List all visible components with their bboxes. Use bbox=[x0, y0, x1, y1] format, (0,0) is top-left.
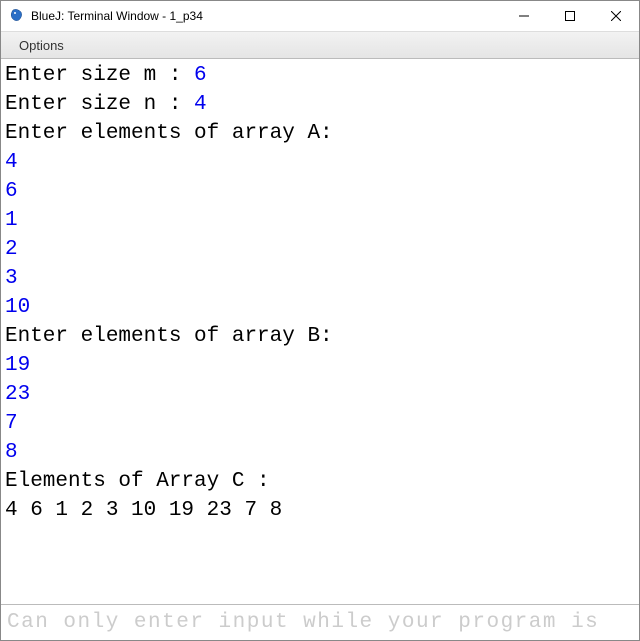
terminal-line: 4 bbox=[5, 148, 635, 177]
maximize-button[interactable] bbox=[547, 1, 593, 31]
program-output: Elements of Array C : bbox=[5, 470, 270, 493]
menubar: Options bbox=[1, 31, 639, 59]
terminal-line: Elements of Array C : bbox=[5, 467, 635, 496]
window-title: BlueJ: Terminal Window - 1_p34 bbox=[31, 9, 501, 23]
user-input: 19 bbox=[5, 354, 30, 377]
program-output: Enter size m : bbox=[5, 64, 194, 87]
minimize-button[interactable] bbox=[501, 1, 547, 31]
user-input: 1 bbox=[5, 209, 18, 232]
user-input: 7 bbox=[5, 412, 18, 435]
program-output: Enter elements of array A: bbox=[5, 122, 333, 145]
terminal-line: 19 bbox=[5, 351, 635, 380]
user-input: 4 bbox=[5, 151, 18, 174]
terminal-line: 6 bbox=[5, 177, 635, 206]
menu-options[interactable]: Options bbox=[11, 36, 72, 55]
program-output: Enter elements of array B: bbox=[5, 325, 333, 348]
user-input: 6 bbox=[194, 64, 207, 87]
terminal-line: 8 bbox=[5, 438, 635, 467]
window-controls bbox=[501, 1, 639, 31]
program-output: Enter size n : bbox=[5, 93, 194, 116]
program-output: 4 6 1 2 3 10 19 23 7 8 bbox=[5, 499, 282, 522]
user-input: 6 bbox=[5, 180, 18, 203]
terminal-line: 3 bbox=[5, 264, 635, 293]
terminal-line: 23 bbox=[5, 380, 635, 409]
footer-input-area[interactable]: Can only enter input while your program … bbox=[1, 604, 639, 639]
titlebar: BlueJ: Terminal Window - 1_p34 bbox=[1, 1, 639, 31]
user-input: 23 bbox=[5, 383, 30, 406]
terminal-line: 4 6 1 2 3 10 19 23 7 8 bbox=[5, 496, 635, 525]
terminal-line: 1 bbox=[5, 206, 635, 235]
terminal-line: Enter size m : 6 bbox=[5, 61, 635, 90]
user-input: 8 bbox=[5, 441, 18, 464]
user-input: 3 bbox=[5, 267, 18, 290]
user-input: 4 bbox=[194, 93, 207, 116]
close-button[interactable] bbox=[593, 1, 639, 31]
terminal-output: Enter size m : 6Enter size n : 4Enter el… bbox=[1, 59, 639, 604]
terminal-line: 10 bbox=[5, 293, 635, 322]
terminal-line: 2 bbox=[5, 235, 635, 264]
terminal-line: Enter elements of array A: bbox=[5, 119, 635, 148]
bluej-icon bbox=[9, 8, 25, 24]
input-hint: Can only enter input while your program … bbox=[7, 611, 599, 634]
user-input: 2 bbox=[5, 238, 18, 261]
terminal-line: Enter elements of array B: bbox=[5, 322, 635, 351]
user-input: 10 bbox=[5, 296, 30, 319]
terminal-line: Enter size n : 4 bbox=[5, 90, 635, 119]
terminal-line: 7 bbox=[5, 409, 635, 438]
